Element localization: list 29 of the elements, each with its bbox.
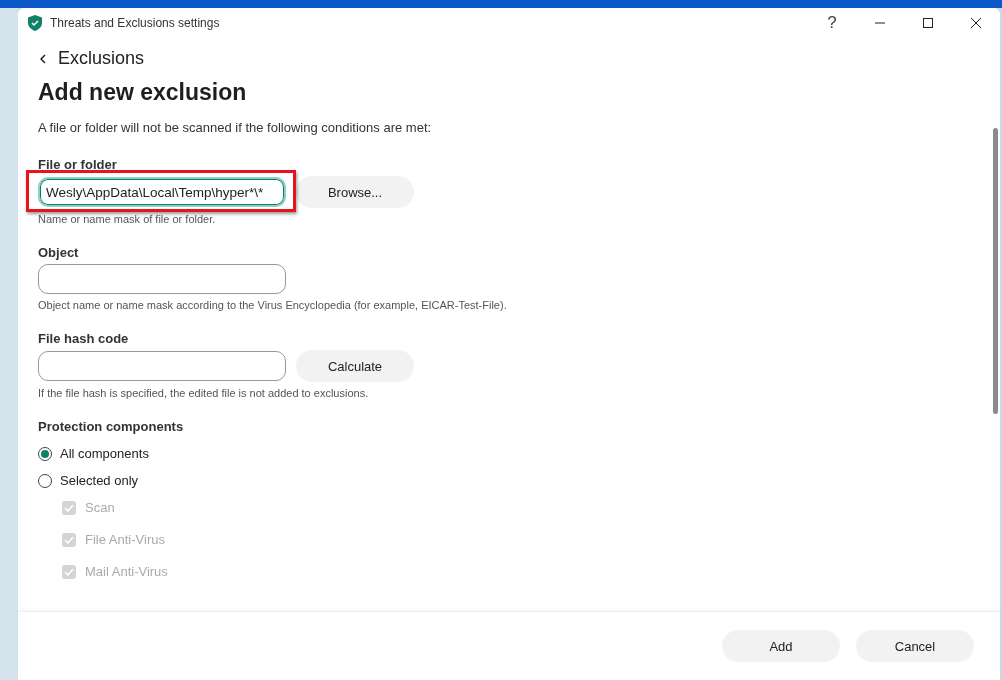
help-button[interactable]: ? bbox=[808, 8, 856, 38]
dialog-button[interactable]: Add bbox=[722, 630, 840, 662]
field-button[interactable]: Calculate bbox=[296, 350, 414, 382]
section-label: Protection components bbox=[38, 419, 185, 434]
maximize-icon[interactable] bbox=[922, 17, 934, 29]
field-label: File or folder bbox=[38, 157, 118, 172]
text-field[interactable] bbox=[38, 264, 286, 294]
field-label: File hash code bbox=[38, 331, 130, 346]
back-link[interactable]: Exclusions bbox=[58, 48, 145, 69]
dialog-button[interactable]: Cancel bbox=[856, 630, 974, 662]
checkbox-label: File Anti-Virus bbox=[85, 532, 165, 547]
checkbox-label: Mail Anti-Virus bbox=[85, 564, 168, 579]
field-hint: Name or name mask of file or folder. bbox=[38, 213, 217, 225]
text-field[interactable]: Wesly\AppData\Local\Temp\hyper*\* bbox=[38, 177, 286, 207]
shield-icon bbox=[28, 15, 42, 31]
radio-label: All components bbox=[60, 446, 149, 461]
field-hint: If the file hash is specified, the edited file is not added to exclusions. bbox=[38, 387, 370, 399]
field-button[interactable]: Browse... bbox=[296, 176, 414, 208]
back-chevron-icon[interactable] bbox=[40, 53, 46, 64]
field-hint: Object name or name mask according to the Virus Encyclopedia (for example, EICAR-Test-File). bbox=[38, 299, 508, 311]
radio-label: Selected only bbox=[60, 473, 139, 488]
intro-text: A file or folder will not be scanned if the following conditions are met: bbox=[38, 120, 433, 135]
scrollbar-thumb[interactable] bbox=[992, 128, 998, 414]
checkbox-label: Scan bbox=[85, 500, 115, 515]
window-title: Threats and Exclusions settings bbox=[50, 16, 221, 30]
field-label: Object bbox=[38, 245, 80, 260]
text-field[interactable] bbox=[38, 351, 286, 381]
close-icon[interactable] bbox=[970, 17, 982, 29]
page-heading: Add new exclusion bbox=[38, 79, 248, 106]
